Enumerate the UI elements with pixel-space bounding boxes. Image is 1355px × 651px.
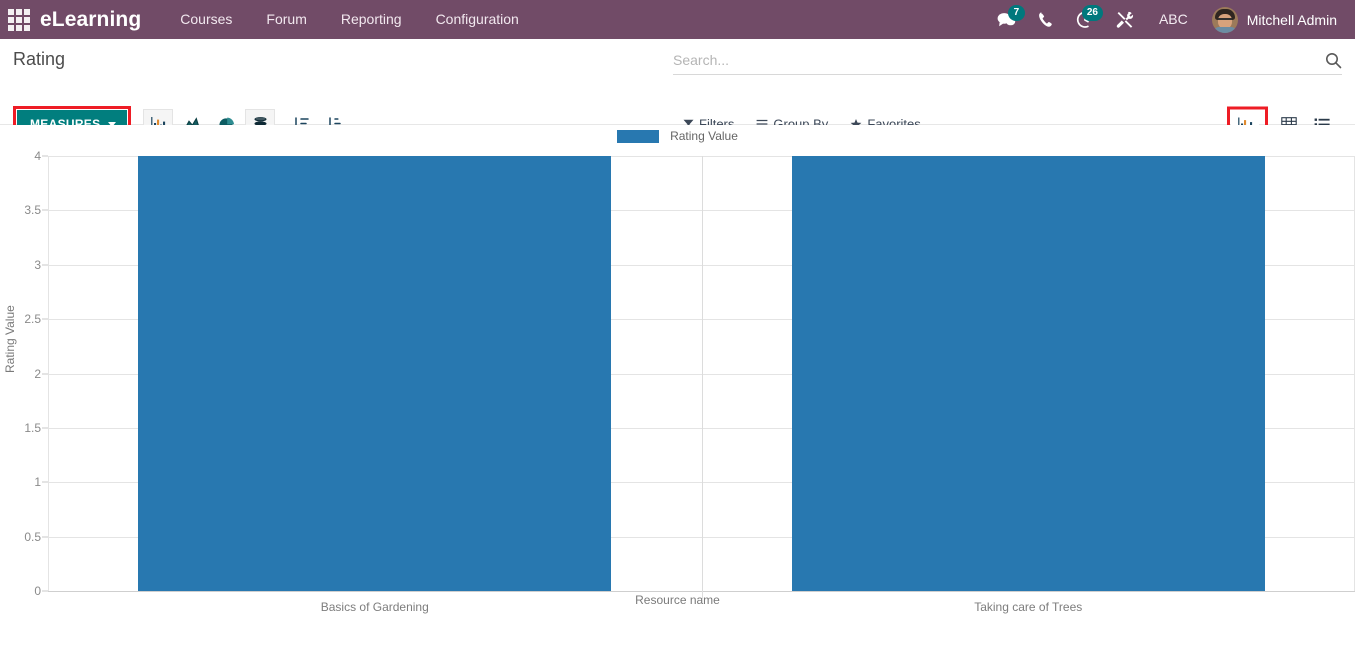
search-input[interactable] — [673, 50, 1319, 70]
chart-bar[interactable] — [138, 156, 612, 591]
top-navbar: eLearning Courses Forum Reporting Config… — [0, 0, 1355, 39]
chart-legend: Rating Value — [0, 129, 1355, 143]
menu-item-courses[interactable]: Courses — [163, 0, 249, 39]
user-menu[interactable]: Mitchell Admin — [1202, 0, 1343, 39]
activities-counter: 26 — [1081, 5, 1103, 21]
breadcrumb[interactable]: Rating — [13, 49, 65, 70]
y-tick-label: 3.5 — [24, 203, 41, 218]
tools-icon[interactable] — [1105, 0, 1145, 39]
x-gridline — [701, 156, 703, 599]
menu-item-reporting[interactable]: Reporting — [324, 0, 419, 39]
menu-item-forum[interactable]: Forum — [249, 0, 323, 39]
phone-icon[interactable] — [1027, 0, 1065, 39]
messages-counter: 7 — [1007, 5, 1025, 21]
chart-plot-area: 0 0.5 1 1.5 2 2.5 3 3.5 4 Basics of Gardening Taki… — [24, 149, 1355, 614]
legend-label-rating-value: Rating Value — [670, 129, 738, 143]
search-icon[interactable] — [1319, 52, 1342, 69]
y-tick-label: 2.5 — [24, 312, 41, 327]
menu-item-configuration[interactable]: Configuration — [419, 0, 536, 39]
user-avatar — [1211, 6, 1238, 33]
legend-swatch-rating-value — [617, 129, 660, 143]
y-tick-label: 2 — [34, 366, 41, 381]
search-bar — [673, 50, 1342, 75]
x-gridline — [48, 156, 49, 591]
y-tick-label: 1 — [34, 475, 41, 490]
y-axis-label: Rating Value — [3, 305, 17, 373]
y-tick-label: 0.5 — [24, 529, 41, 544]
abc-menu-item[interactable]: ABC — [1145, 0, 1202, 39]
brand-title[interactable]: eLearning — [40, 9, 141, 30]
apps-grid-icon[interactable] — [6, 7, 32, 33]
y-tick-label: 4 — [34, 149, 41, 163]
activity-clock-icon[interactable]: 26 — [1065, 0, 1105, 39]
y-tick-label: 3 — [34, 257, 41, 272]
messages-icon[interactable]: 7 — [986, 0, 1027, 39]
y-tick-label: 1.5 — [24, 420, 41, 435]
chart-bar[interactable] — [791, 156, 1265, 591]
main-menu: Courses Forum Reporting Configuration — [163, 0, 536, 39]
user-name: Mitchell Admin — [1246, 11, 1337, 28]
graph-view: Rating Value Rating Value 0 0.5 1 1.5 2 2.5 3 3… — [0, 125, 1355, 650]
systray: 7 26 ABC Mitchell Admin — [986, 0, 1347, 39]
control-panel: Rating MEASURES — [0, 39, 1355, 142]
x-axis-label: Resource name — [635, 593, 720, 607]
